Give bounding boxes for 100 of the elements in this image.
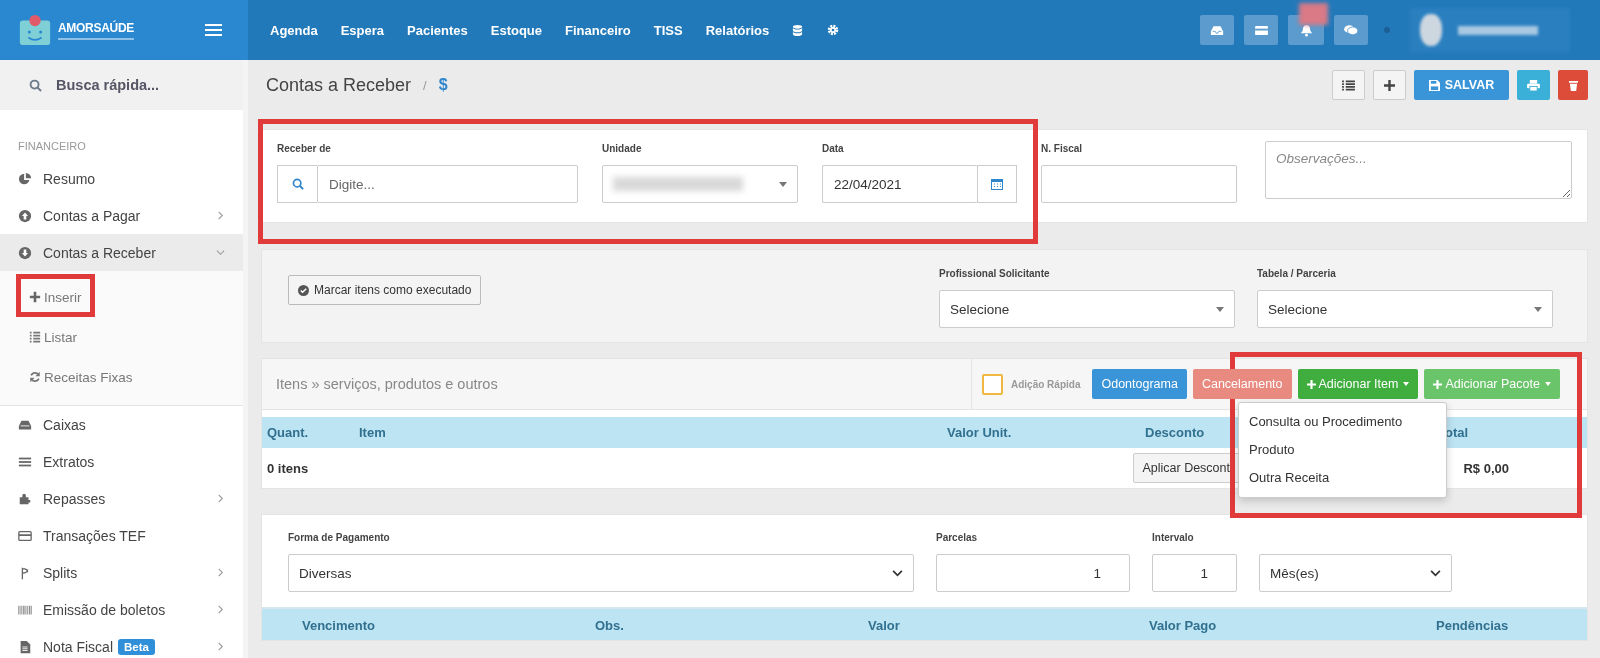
total-value: R$ 0,00 bbox=[1463, 460, 1509, 476]
field-label: Intervalo bbox=[1152, 532, 1195, 543]
list-icon bbox=[1342, 79, 1355, 91]
list-button[interactable] bbox=[1332, 70, 1365, 100]
sidebar-item[interactable]: Transações TEF bbox=[0, 517, 243, 554]
field-label: Tabela / Parceria bbox=[1257, 268, 1337, 279]
caret-icon bbox=[779, 181, 787, 187]
chat-icon bbox=[1343, 24, 1359, 36]
field-label: Parcelas bbox=[936, 532, 979, 543]
beta-badge: Beta bbox=[118, 638, 155, 655]
search-icon bbox=[291, 178, 304, 190]
settings-icon[interactable] bbox=[827, 24, 840, 36]
printer-icon bbox=[1527, 79, 1540, 91]
chevron-down-icon bbox=[892, 569, 903, 577]
nav-link[interactable]: Financeiro bbox=[565, 22, 631, 38]
period-select[interactable]: Mês(es) bbox=[1259, 554, 1452, 592]
field-label: Unidade bbox=[602, 143, 643, 154]
puzzle-icon bbox=[18, 491, 32, 506]
submenu-item[interactable]: Receitas Fixas bbox=[0, 357, 243, 397]
notification-badge bbox=[1299, 3, 1328, 25]
nav-link[interactable]: Relatórios bbox=[705, 22, 770, 38]
caret-icon bbox=[1534, 306, 1542, 312]
menu-icon[interactable] bbox=[203, 22, 224, 38]
delete-button[interactable] bbox=[1558, 70, 1588, 100]
interval-field[interactable]: 1 bbox=[1152, 554, 1237, 592]
calendar-icon bbox=[991, 178, 1003, 190]
plus-icon bbox=[1384, 79, 1395, 91]
card-icon bbox=[18, 528, 32, 543]
file-icon bbox=[18, 639, 32, 654]
panel-title: Itens » serviços, produtos e outros bbox=[262, 359, 972, 409]
nav-link[interactable]: Espera bbox=[340, 22, 385, 38]
add-button[interactable] bbox=[1373, 70, 1406, 100]
unit-select[interactable] bbox=[602, 165, 798, 203]
sidebar-item[interactable]: Nota Fiscal Beta bbox=[0, 628, 243, 658]
pie-icon bbox=[18, 171, 32, 186]
user-menu[interactable] bbox=[1410, 8, 1570, 52]
quick-add-checkbox[interactable] bbox=[982, 373, 1003, 395]
list-icon bbox=[29, 331, 41, 343]
chat-button[interactable] bbox=[1334, 15, 1368, 45]
up-icon bbox=[18, 208, 32, 223]
bell-icon bbox=[1299, 23, 1313, 37]
plus-icon bbox=[1433, 379, 1443, 389]
check-circle-icon bbox=[298, 284, 309, 296]
nav-link[interactable]: TISS bbox=[653, 22, 683, 38]
column-header: Valor bbox=[868, 618, 900, 633]
date-input-field[interactable]: 22/04/2021 bbox=[822, 165, 977, 203]
sidebar-item[interactable]: Contas a Receber bbox=[0, 234, 243, 271]
payment-method-select[interactable]: Diversas bbox=[288, 554, 914, 592]
nav-link[interactable]: Pacientes bbox=[407, 22, 468, 38]
sidebar-item[interactable]: Contas a Pagar bbox=[0, 197, 243, 234]
sidebar-item[interactable]: Resumo bbox=[0, 160, 243, 197]
professional-select[interactable]: Selecione bbox=[939, 290, 1235, 328]
column-header: Valor Unit. bbox=[947, 425, 1012, 440]
column-header: Valor Pago bbox=[1149, 618, 1217, 633]
plus-icon bbox=[29, 291, 41, 303]
brand-name: AMORSAÚDE bbox=[58, 20, 134, 35]
search-addon[interactable] bbox=[277, 165, 317, 203]
plus-icon bbox=[1306, 379, 1316, 389]
submenu-item[interactable]: Inserir bbox=[0, 277, 243, 317]
field-label: Profissional Solicitante bbox=[939, 268, 1051, 279]
search-field[interactable]: Busca rápida... bbox=[0, 60, 243, 110]
field-label: Receber de bbox=[277, 143, 332, 154]
inbox-button[interactable] bbox=[1200, 15, 1234, 45]
search-input-field[interactable]: Digite... bbox=[317, 165, 578, 203]
column-header: Item bbox=[359, 425, 386, 440]
column-header: Obs. bbox=[595, 618, 624, 633]
sidebar-item[interactable]: Repasses bbox=[0, 480, 243, 517]
table-select[interactable]: Selecione bbox=[1257, 290, 1553, 328]
sidebar-item[interactable]: Extratos bbox=[0, 443, 243, 480]
card-icon bbox=[1253, 24, 1269, 36]
sidebar-item[interactable]: Emissão de boletos bbox=[0, 591, 243, 628]
caret-icon bbox=[1544, 382, 1551, 386]
notes-field[interactable]: Observações... bbox=[1265, 141, 1572, 199]
down-icon bbox=[18, 245, 32, 260]
column-header: Pendências bbox=[1436, 618, 1509, 633]
menu-item[interactable]: Consulta ou Procedimento bbox=[1239, 407, 1446, 435]
print-button[interactable] bbox=[1517, 70, 1550, 100]
nav-link[interactable]: Agenda bbox=[270, 22, 318, 38]
avatar-icon bbox=[1420, 14, 1442, 46]
field-label: Data bbox=[822, 143, 845, 154]
chevron-down-icon bbox=[1430, 569, 1441, 577]
submenu-item[interactable]: Listar bbox=[0, 317, 243, 357]
column-header: Quant. bbox=[267, 425, 309, 440]
installments-field[interactable]: 1 bbox=[936, 554, 1130, 592]
section-heading: FINANCEIRO bbox=[17, 139, 87, 154]
column-header: Desconto bbox=[1145, 425, 1205, 440]
inbox-icon bbox=[1210, 24, 1224, 36]
sidebar-item[interactable]: Caixas bbox=[0, 406, 243, 443]
card-button[interactable] bbox=[1244, 15, 1278, 45]
mark-executed-button[interactable]: Marcar itens como executado bbox=[288, 275, 482, 305]
calendar-addon[interactable] bbox=[977, 165, 1017, 203]
caret-icon bbox=[1403, 382, 1410, 386]
status-dot bbox=[1384, 27, 1390, 33]
logo-icon bbox=[18, 13, 52, 47]
breadcrumb-divider: / bbox=[423, 77, 427, 93]
database-icon[interactable] bbox=[792, 23, 804, 37]
nav-link[interactable]: Estoque bbox=[490, 22, 543, 38]
sidebar-item[interactable]: Splits bbox=[0, 554, 243, 591]
invoice-input-field[interactable] bbox=[1041, 165, 1237, 203]
caret-icon bbox=[1216, 306, 1224, 312]
